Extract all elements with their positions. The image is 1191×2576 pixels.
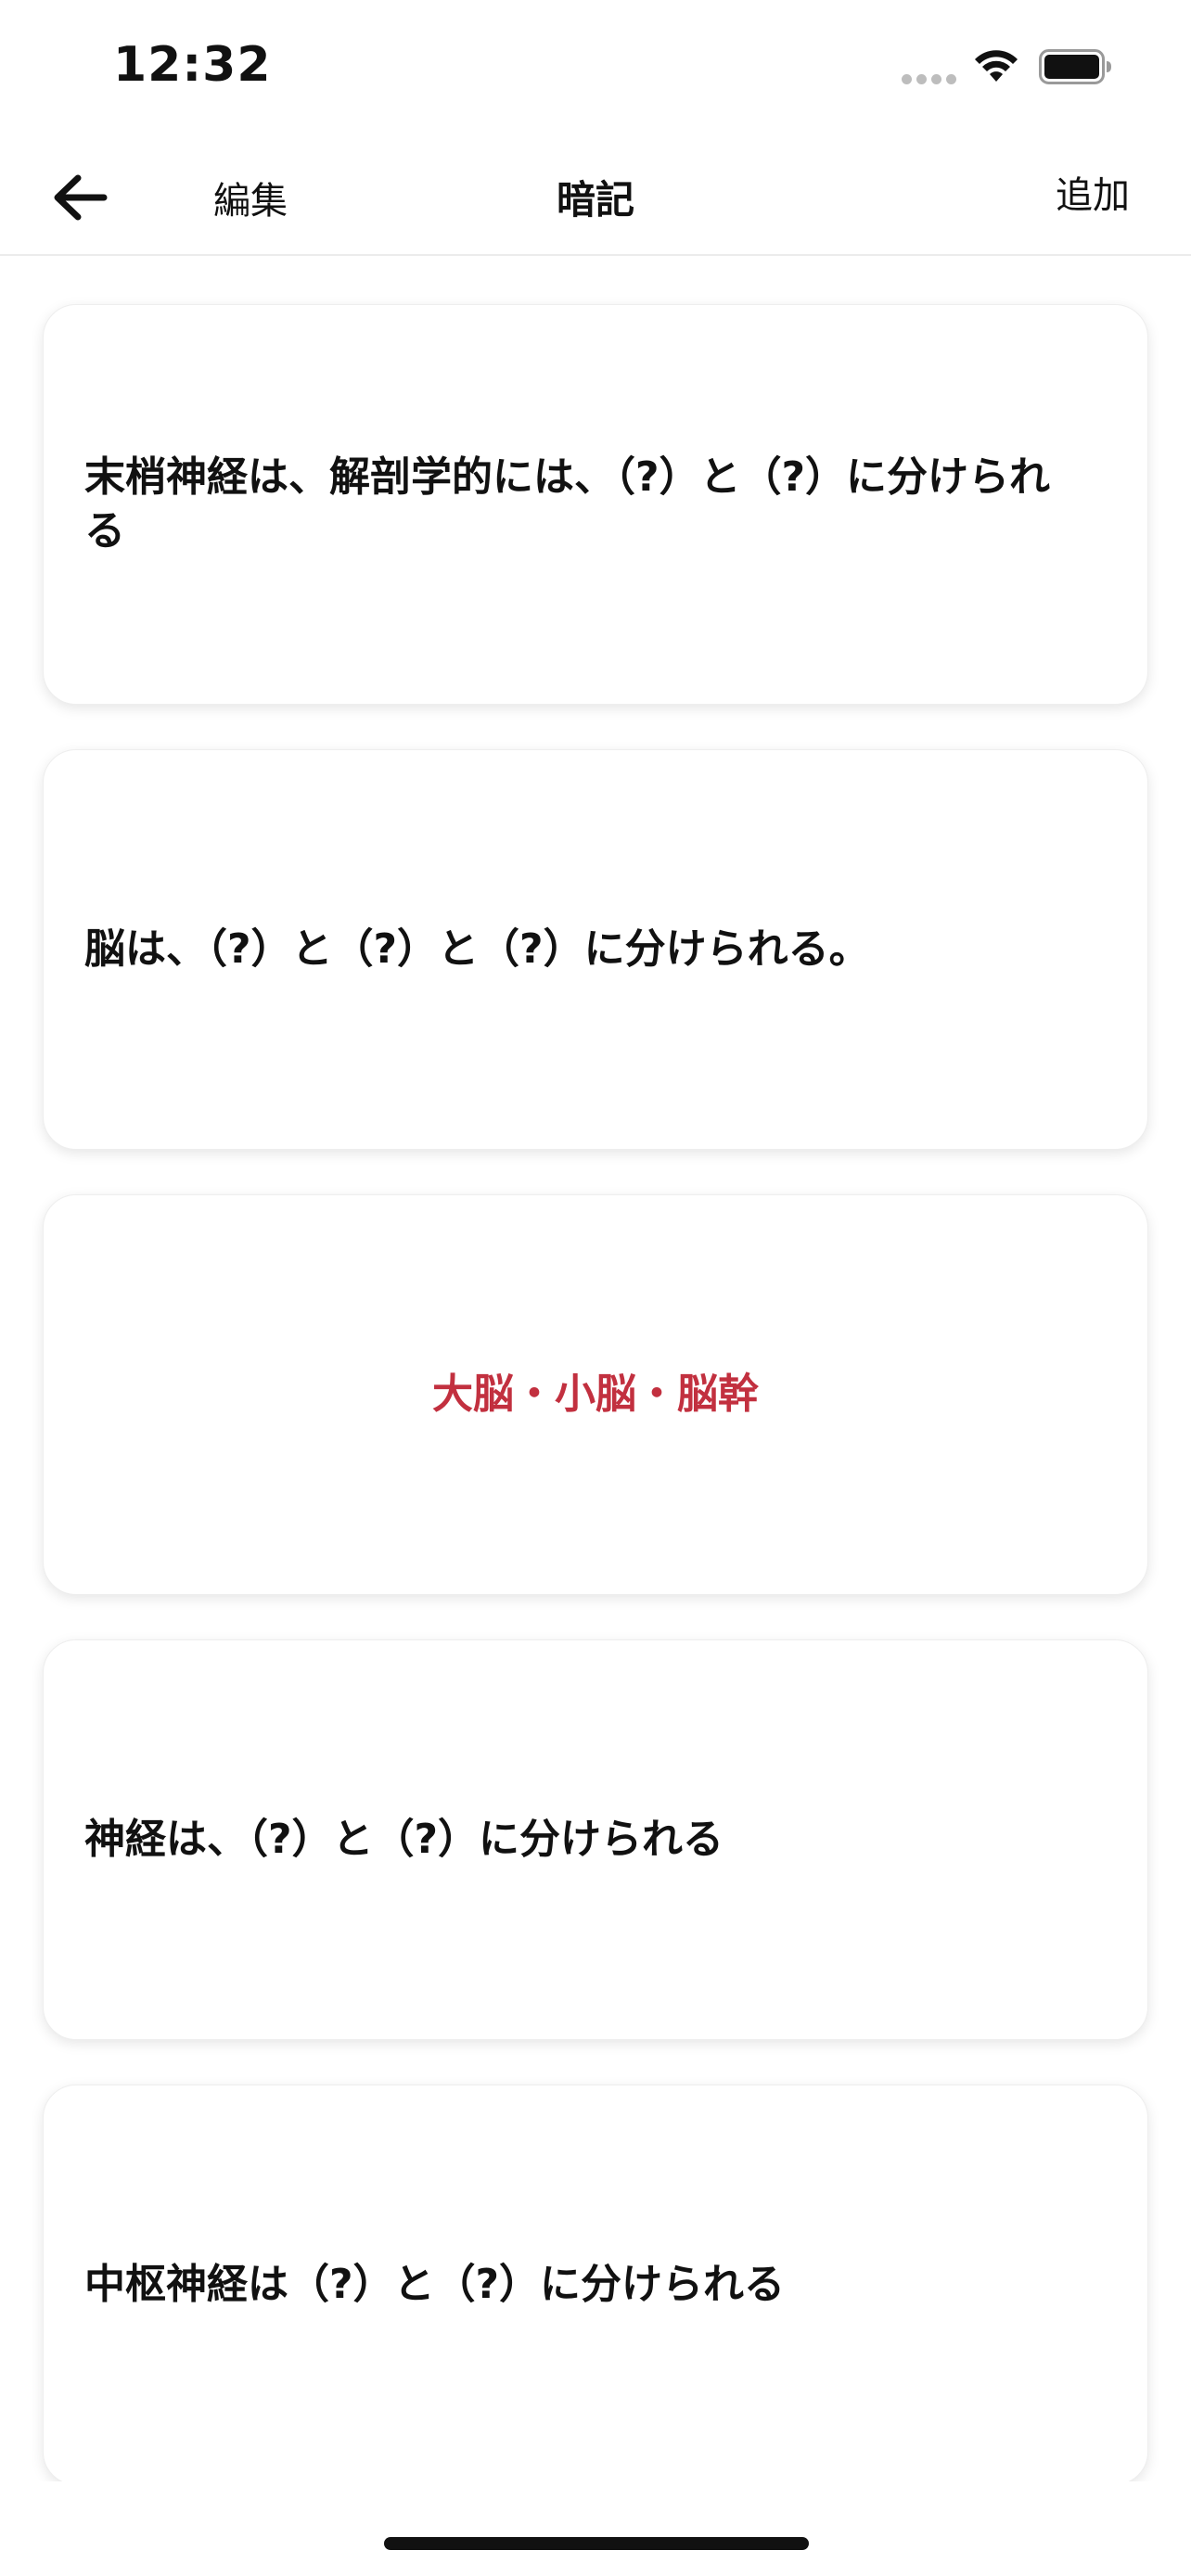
flashcard-answer-text: 大脳・小脳・脳幹 — [432, 1371, 759, 1418]
page-title: 暗記 — [556, 177, 634, 223]
app-screen: 12:32 編集 暗記 追加 末梢神経は、解剖学的には、（?）と（?）に分けられ… — [0, 0, 1191, 2576]
add-button[interactable]: 追加 — [1056, 165, 1130, 219]
navigation-bar: 編集 暗記 追加 — [0, 139, 1191, 256]
flashcard-list[interactable]: 末梢神経は、解剖学的には、（?）と（?）に分けられる 脳は、（?）と（?）と（?… — [0, 256, 1191, 2481]
home-indicator[interactable] — [384, 2537, 809, 2550]
status-time: 12:32 — [113, 37, 272, 93]
flashcard-text: 神経は、（?）と（?）に分けられる — [84, 1816, 724, 1863]
wifi-icon — [975, 50, 1018, 82]
battery-icon — [1039, 49, 1111, 84]
cellular-signal-icon — [902, 74, 957, 85]
flashcard-text: 中枢神経は（?）と（?）に分けられる — [84, 2261, 786, 2308]
flashcard-text: 末梢神経は、解剖学的には、（?）と（?）に分けられる — [84, 453, 1051, 555]
arrow-left-icon — [54, 174, 108, 221]
flashcard[interactable]: 末梢神経は、解剖学的には、（?）と（?）に分けられる — [43, 304, 1148, 705]
edit-button[interactable]: 編集 — [213, 171, 288, 224]
status-bar: 12:32 — [0, 0, 1191, 139]
flashcard[interactable]: 中枢神経は（?）と（?）に分けられる — [43, 2085, 1148, 2481]
flashcard[interactable]: 神経は、（?）と（?）に分けられる — [43, 1639, 1148, 2040]
flashcard[interactable]: 脳は、（?）と（?）と（?）に分けられる。 — [43, 749, 1148, 1150]
flashcard-text: 脳は、（?）と（?）と（?）に分けられる。 — [84, 925, 870, 973]
back-button[interactable] — [48, 167, 113, 228]
flashcard-answer[interactable]: 大脳・小脳・脳幹 — [43, 1194, 1148, 1595]
